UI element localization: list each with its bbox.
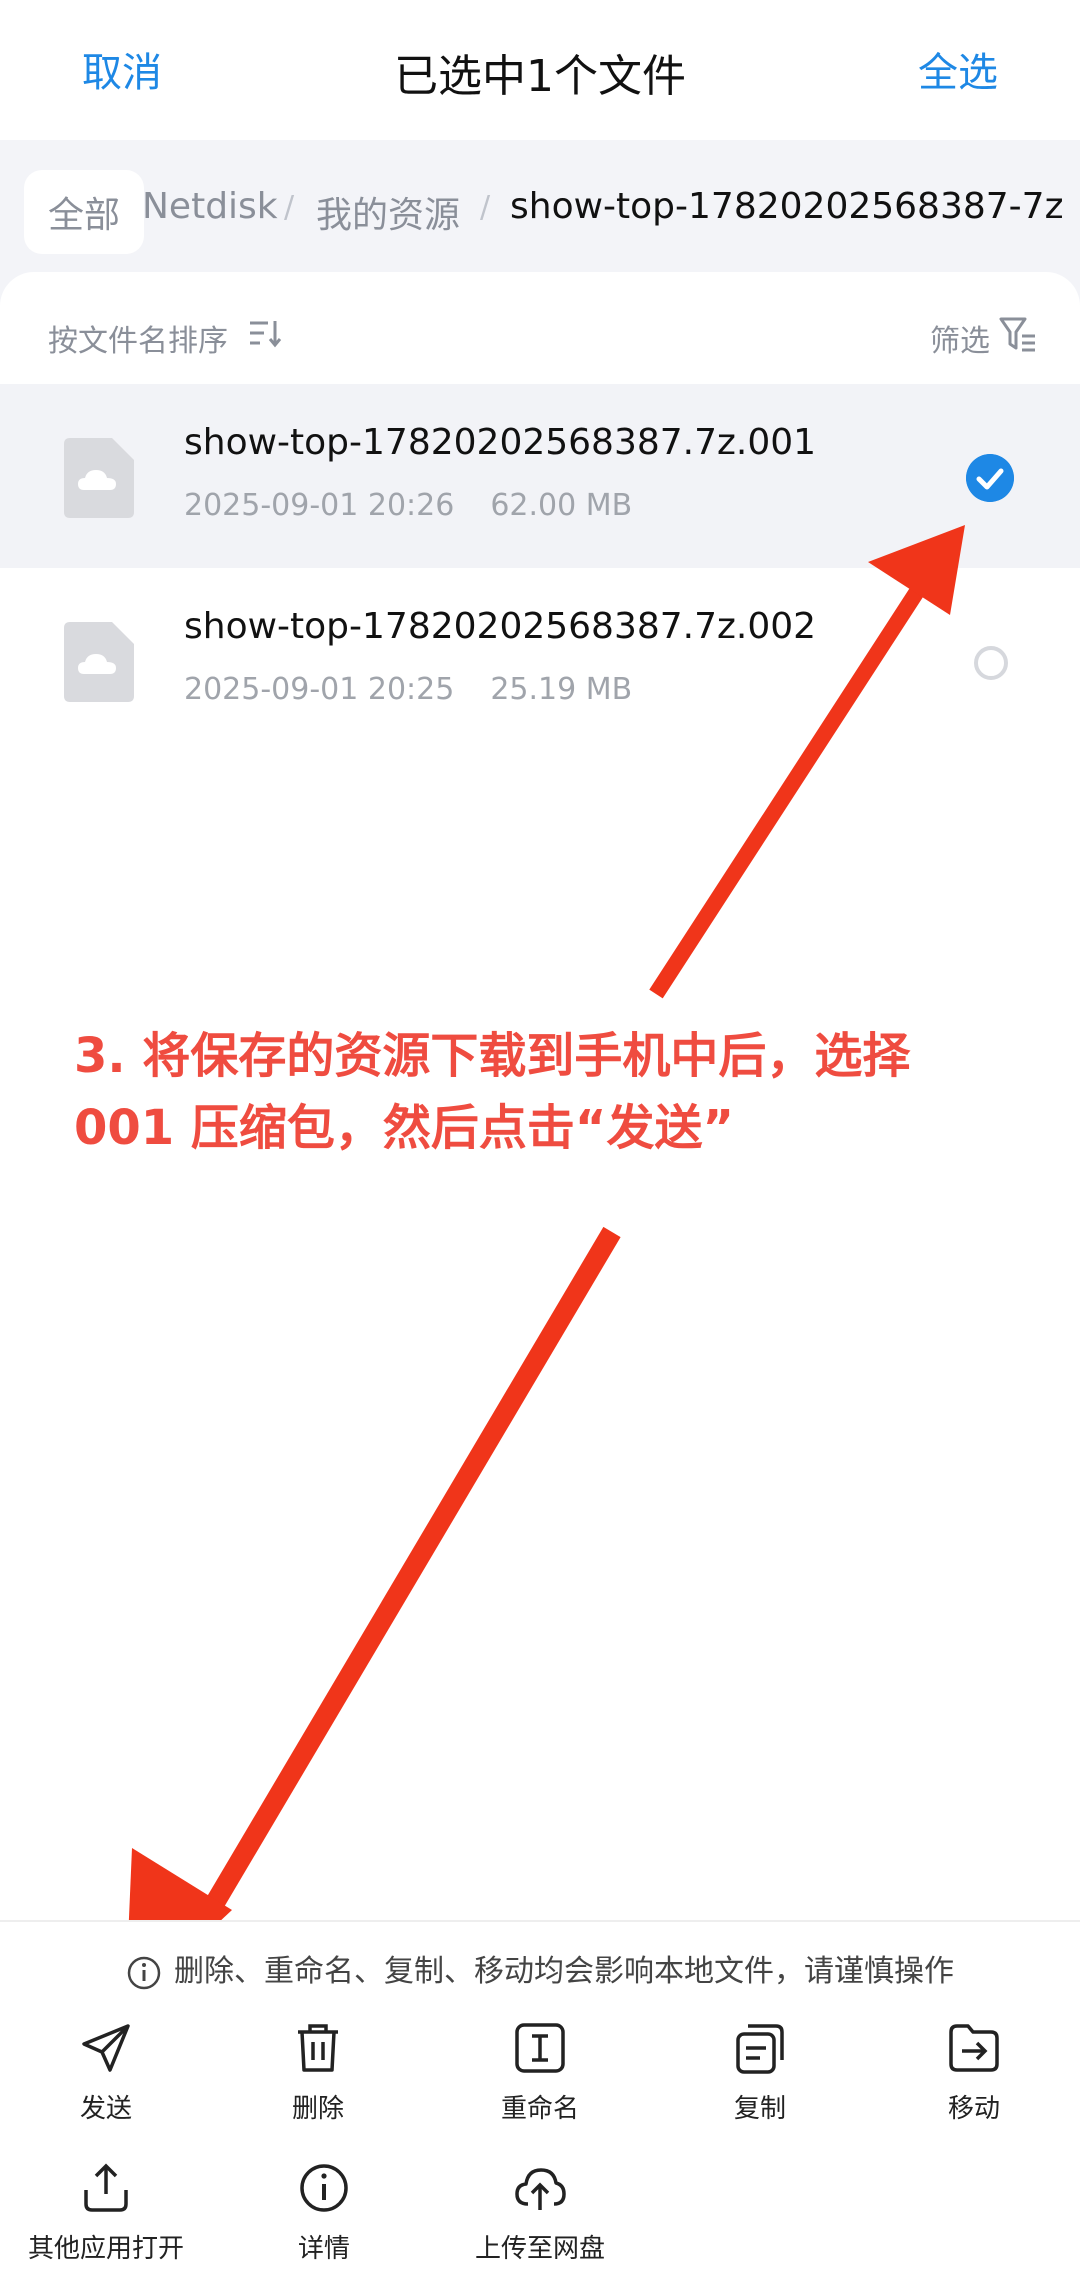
- top-bar: 取消 已选中1个文件 全选: [0, 0, 1080, 140]
- upload-to-netdisk-button[interactable]: 上传至网盘: [440, 2160, 640, 2275]
- unchecked-checkbox-icon[interactable]: [974, 646, 1008, 680]
- sort-by-name-button[interactable]: 按文件名排序: [48, 316, 228, 360]
- file-meta: 2025-09-01 20:25 25.19 MB: [184, 672, 632, 707]
- rename-icon: [515, 2023, 565, 2073]
- send-button[interactable]: 发送: [6, 2020, 206, 2140]
- breadcrumb-item-current: show-top-17820202568387-7z: [510, 186, 1064, 227]
- select-all-button[interactable]: 全选: [918, 40, 998, 98]
- cloud-file-icon: [64, 622, 134, 702]
- tutorial-annotation: 3. 将保存的资源下载到手机中后，选择 001 压缩包，然后点击“发送”: [74, 1028, 911, 1156]
- file-name: show-top-17820202568387.7z.002: [184, 606, 817, 647]
- checked-checkbox-icon[interactable]: [966, 454, 1014, 502]
- sort-bar: 按文件名排序 筛选: [0, 272, 1080, 384]
- breadcrumb-all[interactable]: 全部: [24, 170, 144, 254]
- file-date: 2025-09-01 20:26: [184, 488, 455, 523]
- breadcrumb-separator: /: [284, 190, 295, 225]
- warning-text: 删除、重命名、复制、移动均会影响本地文件，请谨慎操作: [174, 1954, 954, 1989]
- cloud-file-icon: [64, 438, 134, 518]
- file-name: show-top-17820202568387.7z.001: [184, 422, 817, 463]
- cloud-upload-icon: [515, 2168, 566, 2210]
- move-button[interactable]: 移动: [874, 2020, 1074, 2140]
- rename-button[interactable]: 重命名: [440, 2020, 640, 2140]
- trash-icon: [298, 2024, 338, 2072]
- bottom-action-panel: 删除、重命名、复制、移动均会影响本地文件，请谨慎操作 发送 删除 重命名 复制 …: [0, 1920, 1080, 2275]
- info-circle-icon: [127, 1956, 161, 1989]
- breadcrumb-separator: /: [480, 190, 491, 225]
- info-icon: [300, 2164, 348, 2212]
- filter-icon[interactable]: [998, 316, 1038, 352]
- filter-button[interactable]: 筛选: [930, 316, 990, 360]
- file-row[interactable]: show-top-17820202568387.7z.002 2025-09-0…: [0, 568, 1080, 752]
- open-with-other-app-button[interactable]: 其他应用打开: [6, 2160, 206, 2275]
- move-icon: [949, 2024, 999, 2072]
- breadcrumb-item-my-resources[interactable]: 我的资源: [316, 186, 460, 238]
- share-upload-icon: [84, 2163, 128, 2212]
- breadcrumb: 全部 Netdisk / 我的资源 / show-top-17820202568…: [0, 160, 1080, 264]
- file-meta: 2025-09-01 20:26 62.00 MB: [184, 488, 632, 523]
- warning-notice: 删除、重命名、复制、移动均会影响本地文件，请谨慎操作: [0, 1946, 1080, 1991]
- breadcrumb-item-netdisk[interactable]: Netdisk: [142, 186, 278, 227]
- delete-button[interactable]: 删除: [218, 2020, 418, 2140]
- file-date: 2025-09-01 20:25: [184, 672, 455, 707]
- copy-icon: [736, 2024, 784, 2074]
- file-size: 62.00 MB: [490, 488, 633, 523]
- file-size: 25.19 MB: [490, 672, 633, 707]
- sort-icon[interactable]: [248, 318, 282, 348]
- details-button[interactable]: 详情: [224, 2160, 424, 2275]
- file-row[interactable]: show-top-17820202568387.7z.001 2025-09-0…: [0, 384, 1080, 568]
- copy-button[interactable]: 复制: [660, 2020, 860, 2140]
- send-icon: [82, 2024, 130, 2072]
